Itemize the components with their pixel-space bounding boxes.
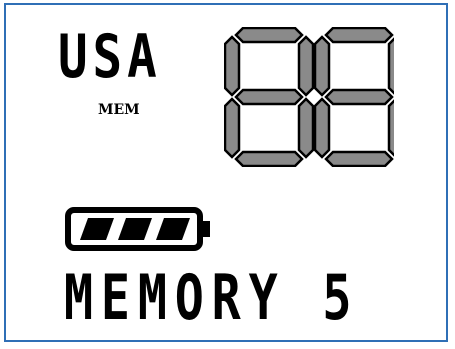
digit-2-segment-b (387, 37, 394, 95)
digit-2-segment-g (324, 88, 394, 106)
digit-2-segment-a (324, 27, 394, 44)
seven-segment-digits (224, 27, 394, 167)
digit-2-segment-d (324, 150, 394, 167)
battery-bar-2 (118, 218, 152, 240)
digit-1-segment-c (297, 97, 315, 159)
battery-icon (65, 207, 210, 251)
digit-2-segment-e (313, 97, 331, 159)
battery-tip (200, 221, 210, 237)
digit-1-segment-d (234, 150, 304, 167)
mem-label: MEM (98, 102, 140, 118)
battery-bar-1 (80, 218, 114, 240)
digit-1-segment-e (224, 97, 241, 159)
battery-bars (80, 218, 190, 240)
digit-1-segment-f (224, 35, 241, 97)
memory-label: MEMORY 5 (64, 261, 360, 334)
region-label: USA (58, 22, 162, 92)
battery-bar-3 (156, 218, 190, 240)
digit-1-segment-b (297, 35, 315, 97)
lcd-display-panel: USA MEM MEMORY 5 (4, 3, 448, 342)
digit-1-segment-a (234, 27, 304, 44)
digit-2-segment-c (387, 99, 394, 157)
digit-1-segment-g (234, 88, 304, 106)
digit-2-segment-f (313, 35, 331, 97)
